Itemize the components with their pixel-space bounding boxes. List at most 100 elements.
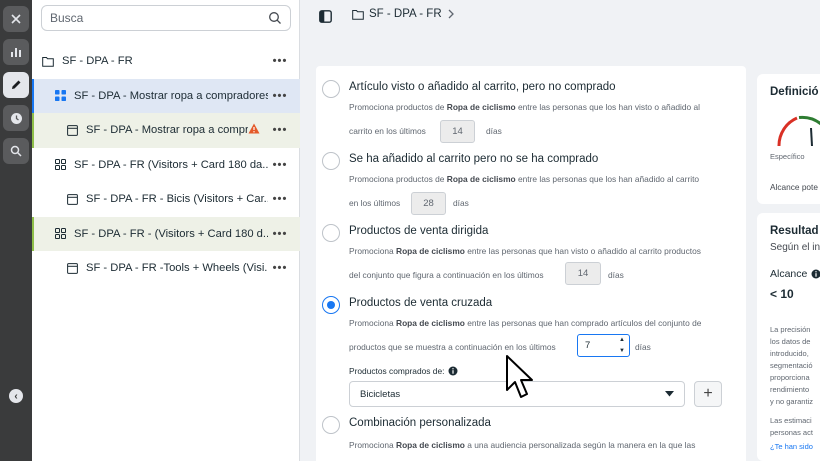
- tree-item-label: SF - DPA - Mostrar ropa a compradores ..…: [74, 89, 268, 102]
- tools-rail: ‹: [0, 0, 32, 461]
- radio-custom-combination[interactable]: [322, 416, 340, 434]
- note-line: La precisión: [770, 325, 811, 334]
- option-description: Promociona Ropa de ciclismo entre las pe…: [349, 318, 702, 328]
- more-options-icon[interactable]: •••: [268, 159, 292, 171]
- stepper-arrows[interactable]: ▲ ▼: [617, 337, 627, 354]
- edit-button[interactable]: [3, 72, 29, 98]
- radio-carted-not-purchased[interactable]: [322, 152, 340, 170]
- tree-item-label: SF - DPA - Mostrar ropa a compr...: [86, 124, 248, 137]
- pencil-icon: [12, 80, 21, 89]
- tree-item-ad[interactable]: SF - DPA - Mostrar ropa a compr... •••: [32, 113, 300, 148]
- audience-options-panel: Artículo visto o añadido al carrito, per…: [316, 66, 746, 461]
- adset-grid-icon: [54, 90, 66, 102]
- folder-icon: [352, 9, 364, 20]
- days-input[interactable]: 14: [565, 262, 601, 285]
- note-line: Las estimaci: [770, 416, 812, 425]
- collapse-sidebar-button[interactable]: ‹: [9, 389, 23, 403]
- tree-item-label: SF - DPA - FR - Bicis (Visitors + Car...: [86, 193, 268, 206]
- option-title: Productos de venta dirigida: [349, 225, 489, 237]
- chevron-left-icon: ‹: [14, 390, 18, 402]
- ad-icon: [66, 193, 78, 205]
- top-bar: SF - DPA - FR: [300, 0, 820, 66]
- option-description: Promociona productos de Ropa de ciclismo…: [349, 174, 700, 184]
- add-product-set-button[interactable]: +: [694, 381, 722, 407]
- more-options-icon[interactable]: •••: [268, 262, 292, 274]
- reports-button[interactable]: [3, 39, 29, 65]
- days-value: 7: [585, 340, 591, 351]
- search-input[interactable]: Busca: [50, 11, 268, 25]
- audience-gauge: [777, 115, 820, 147]
- note-line: los datos de: [770, 337, 811, 346]
- product-set-value: Bicicletas: [360, 388, 401, 400]
- potential-reach-label: Alcance pote: [770, 182, 818, 192]
- more-options-icon[interactable]: •••: [268, 228, 292, 240]
- feedback-link[interactable]: ¿Te han sido: [770, 442, 813, 451]
- results-subtitle: Según el in: [770, 242, 820, 253]
- magnifier-icon: [10, 145, 22, 157]
- option-title: Productos de venta cruzada: [349, 297, 493, 309]
- note-line: segmentació: [770, 361, 813, 370]
- option-description-line2: carrito en los últimos: [349, 126, 426, 136]
- breadcrumb-label: SF - DPA - FR: [369, 8, 442, 20]
- campaign-tree-panel: Busca SF - DPA - FR ••• SF - DPA - Mostr…: [32, 0, 300, 461]
- days-input[interactable]: 14: [440, 120, 475, 143]
- more-options-icon[interactable]: •••: [268, 55, 292, 67]
- tree-item-label: SF - DPA - FR -Tools + Wheels (Visi...: [86, 262, 268, 275]
- tree-item-adset[interactable]: SF - DPA - FR (Visitors + Card 180 da...…: [32, 148, 300, 183]
- clock-icon: [10, 112, 22, 124]
- radio-viewed-or-carted[interactable]: [322, 80, 340, 98]
- note-line: personas act: [770, 428, 813, 437]
- option-description-line2: productos que se muestra a continuación …: [349, 342, 556, 352]
- caret-down-icon: [665, 391, 674, 397]
- purchased-from-label: Productos comprados de:: [349, 366, 458, 376]
- info-icon[interactable]: [448, 366, 458, 376]
- tree-item-ad[interactable]: SF - DPA - FR - Bicis (Visitors + Car...…: [32, 182, 300, 217]
- days-input[interactable]: 28: [411, 192, 446, 215]
- purchased-from-text: Productos comprados de:: [349, 366, 445, 376]
- option-description: Promociona Ropa de ciclismo a una audien…: [349, 440, 696, 450]
- tree-item-adset[interactable]: SF - DPA - Mostrar ropa a compradores ..…: [32, 78, 300, 113]
- reach-value: < 10: [770, 287, 794, 301]
- tree-item-label: SF - DPA - FR - (Visitors + Card 180 d..…: [74, 227, 268, 240]
- search-field[interactable]: Busca: [41, 5, 291, 31]
- stepper-up-icon[interactable]: ▲: [619, 337, 625, 343]
- close-button[interactable]: [3, 6, 29, 32]
- radio-cross-sell[interactable]: [322, 296, 340, 314]
- search-icon: [269, 12, 281, 24]
- definition-title: Definició: [770, 86, 819, 98]
- info-icon[interactable]: [811, 269, 820, 279]
- adset-grid-icon: [54, 228, 66, 240]
- tree-item-ad[interactable]: SF - DPA - FR -Tools + Wheels (Visi... •…: [32, 251, 300, 286]
- option-description: Promociona productos de Ropa de ciclismo…: [349, 102, 701, 112]
- days-unit-label: días: [486, 126, 502, 136]
- more-options-icon[interactable]: •••: [268, 193, 292, 205]
- adset-grid-icon: [54, 159, 66, 171]
- breadcrumb[interactable]: SF - DPA - FR: [352, 8, 455, 20]
- option-description-line2: del conjunto que figura a continuación e…: [349, 270, 544, 280]
- inspect-button[interactable]: [3, 138, 29, 164]
- note-line: proporciona: [770, 373, 810, 382]
- estimated-results-card: Resultad Según el in Alcance < 10 La pre…: [757, 213, 820, 461]
- results-title: Resultad: [770, 225, 819, 237]
- more-options-icon[interactable]: •••: [268, 124, 292, 136]
- tree-item-campaign[interactable]: SF - DPA - FR •••: [32, 44, 300, 79]
- days-unit-label: días: [453, 198, 469, 208]
- days-unit-label: días: [608, 270, 624, 280]
- tree-item-adset[interactable]: SF - DPA - FR - (Visitors + Card 180 d..…: [32, 216, 300, 251]
- radio-upsell[interactable]: [322, 224, 340, 242]
- option-title: Se ha añadido al carrito pero no se ha c…: [349, 153, 599, 165]
- option-title: Artículo visto o añadido al carrito, per…: [349, 81, 616, 93]
- toggle-panel-button[interactable]: [313, 5, 337, 27]
- campaign-tree: SF - DPA - FR ••• SF - DPA - Mostrar rop…: [32, 44, 300, 286]
- note-line: rendimiento: [770, 385, 810, 394]
- stepper-down-icon[interactable]: ▼: [619, 348, 625, 354]
- option-title: Combinación personalizada: [349, 417, 491, 429]
- more-options-icon[interactable]: •••: [268, 90, 292, 102]
- history-button[interactable]: [3, 105, 29, 131]
- ad-icon: [66, 124, 78, 136]
- audience-definition-card: Definició Específico Alcance pote: [757, 74, 820, 204]
- note-line: introducido,: [770, 349, 809, 358]
- note-line: y no garantiz: [770, 397, 813, 406]
- days-stepper-input[interactable]: 7 ▲ ▼: [577, 334, 630, 357]
- chart-icon: [11, 48, 21, 57]
